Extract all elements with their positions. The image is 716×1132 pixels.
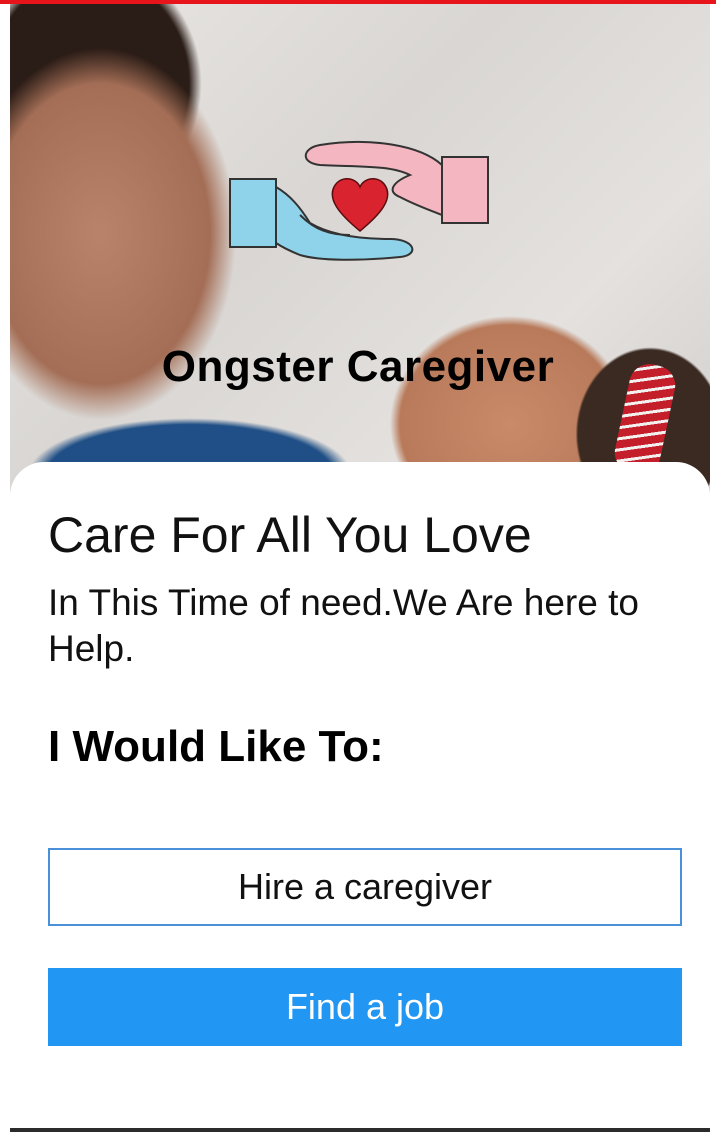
hire-caregiver-button[interactable]: Hire a caregiver [48, 848, 682, 926]
find-job-button[interactable]: Find a job [48, 968, 682, 1046]
choice-prompt: I Would Like To: [48, 722, 384, 771]
bottom-divider [10, 1128, 710, 1132]
page-headline: Care For All You Love [48, 507, 532, 563]
brand-name: Ongster Caregiver [161, 342, 555, 391]
page-subtext: In This Time of need.We Are here to Help… [48, 582, 639, 669]
onboarding-screen: Ongster Caregiver Care For All You Love … [0, 0, 716, 1132]
caring-hands-heart-icon [229, 140, 489, 261]
hire-caregiver-label: Hire a caregiver [237, 866, 493, 907]
find-job-label: Find a job [285, 986, 445, 1027]
